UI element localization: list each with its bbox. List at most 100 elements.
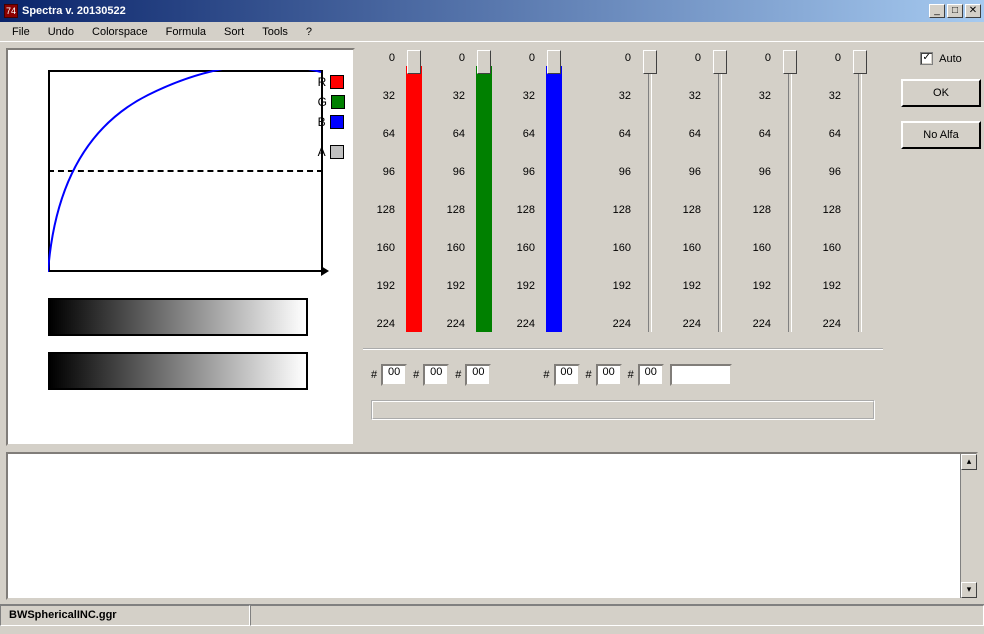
tick-label: 128 xyxy=(447,204,465,216)
hex-group: #00 xyxy=(586,364,622,386)
slider-track[interactable] xyxy=(847,48,873,338)
slider-thumb[interactable] xyxy=(547,50,561,74)
slider-track[interactable] xyxy=(707,48,733,338)
tick-label: 96 xyxy=(383,166,395,178)
color-preview xyxy=(670,364,732,386)
slider-thumb[interactable] xyxy=(783,50,797,74)
hex-input[interactable]: 00 xyxy=(465,364,491,386)
hex-input[interactable]: 00 xyxy=(596,364,622,386)
hex-input[interactable]: 00 xyxy=(638,364,664,386)
tick-label: 0 xyxy=(835,52,841,64)
tick-label: 128 xyxy=(683,204,701,216)
menu-help[interactable]: ? xyxy=(298,24,320,40)
auto-label: Auto xyxy=(939,53,962,65)
auto-checkbox-row[interactable]: ✓ Auto xyxy=(920,52,962,65)
tick-label: 0 xyxy=(695,52,701,64)
hex-group: #00 xyxy=(413,364,449,386)
slider-thumb[interactable] xyxy=(477,50,491,74)
tick-label: 224 xyxy=(377,318,395,330)
output-pane[interactable]: ▴ ▾ xyxy=(6,452,978,600)
gradient-preview-bottom xyxy=(48,352,308,390)
slider-column: 0326496128160192224 xyxy=(367,48,437,338)
menu-tools[interactable]: Tools xyxy=(254,24,296,40)
hash-label: # xyxy=(586,369,592,381)
menu-formula[interactable]: Formula xyxy=(158,24,214,40)
tick-label: 160 xyxy=(517,242,535,254)
slider-track[interactable] xyxy=(777,48,803,338)
hex-input[interactable]: 00 xyxy=(381,364,407,386)
slider-track[interactable] xyxy=(637,48,663,338)
noalfa-button[interactable]: No Alfa xyxy=(901,121,981,149)
ok-button[interactable]: OK xyxy=(901,79,981,107)
slider-column: 0326496128160192224 xyxy=(507,48,577,338)
tick-label: 192 xyxy=(377,280,395,292)
tick-label: 0 xyxy=(459,52,465,64)
slider-thumb[interactable] xyxy=(643,50,657,74)
hash-label: # xyxy=(543,369,549,381)
auto-checkbox[interactable]: ✓ xyxy=(920,52,933,65)
slider-track[interactable] xyxy=(541,48,567,338)
slider-track[interactable] xyxy=(401,48,427,338)
slider-fill xyxy=(476,66,492,332)
tick-label: 0 xyxy=(389,52,395,64)
tick-label: 192 xyxy=(683,280,701,292)
slider-column: 0326496128160192224 xyxy=(743,48,813,338)
tick-label: 160 xyxy=(613,242,631,254)
legend-r[interactable]: R xyxy=(318,75,345,89)
hash-label: # xyxy=(371,369,377,381)
tick-label: 128 xyxy=(377,204,395,216)
tick-label: 192 xyxy=(613,280,631,292)
menu-colorspace[interactable]: Colorspace xyxy=(84,24,156,40)
slider-thumb[interactable] xyxy=(407,50,421,74)
vertical-scrollbar[interactable]: ▴ ▾ xyxy=(960,454,976,598)
tick-label: 32 xyxy=(689,90,701,102)
slider-thumb[interactable] xyxy=(713,50,727,74)
curve-panel: R G B A xyxy=(6,48,355,446)
menu-file[interactable]: File xyxy=(4,24,38,40)
legend-a[interactable]: A xyxy=(318,145,345,159)
tick-label: 0 xyxy=(529,52,535,64)
curve-plot[interactable] xyxy=(48,70,323,282)
scroll-up-icon[interactable]: ▴ xyxy=(961,454,977,470)
tick-label: 160 xyxy=(823,242,841,254)
tick-label: 32 xyxy=(759,90,771,102)
slider-fill xyxy=(546,66,562,332)
slider-ticks: 0326496128160192224 xyxy=(673,48,705,338)
slider-ticks: 0326496128160192224 xyxy=(437,48,469,338)
slider-ticks: 0326496128160192224 xyxy=(603,48,635,338)
tick-label: 96 xyxy=(619,166,631,178)
menu-undo[interactable]: Undo xyxy=(40,24,82,40)
hash-label: # xyxy=(413,369,419,381)
tick-label: 96 xyxy=(759,166,771,178)
legend-b[interactable]: B xyxy=(318,115,345,129)
tick-label: 0 xyxy=(625,52,631,64)
slider-track[interactable] xyxy=(471,48,497,338)
tick-label: 160 xyxy=(447,242,465,254)
slider-column: 0326496128160192224 xyxy=(673,48,743,338)
swatch-red xyxy=(330,75,344,89)
tick-label: 64 xyxy=(689,128,701,140)
tick-label: 64 xyxy=(383,128,395,140)
minimize-button[interactable]: _ xyxy=(929,4,945,18)
tick-label: 128 xyxy=(517,204,535,216)
maximize-button[interactable]: □ xyxy=(947,4,963,18)
status-filename: BWSphericalINC.ggr xyxy=(0,605,250,626)
hex-input[interactable]: 00 xyxy=(554,364,580,386)
slider-ticks: 0326496128160192224 xyxy=(507,48,539,338)
swatch-green xyxy=(331,95,345,109)
close-button[interactable]: ✕ xyxy=(965,4,981,18)
tick-label: 192 xyxy=(823,280,841,292)
hex-input[interactable]: 00 xyxy=(423,364,449,386)
legend-g[interactable]: G xyxy=(318,95,345,109)
curve-line xyxy=(48,70,323,272)
hex-group: #00 xyxy=(628,364,664,386)
tick-label: 192 xyxy=(517,280,535,292)
scroll-down-icon[interactable]: ▾ xyxy=(961,582,977,598)
slider-thumb[interactable] xyxy=(853,50,867,74)
tick-label: 128 xyxy=(753,204,771,216)
hex-area: #00#00#00#00#00#00 xyxy=(363,348,883,394)
menu-sort[interactable]: Sort xyxy=(216,24,252,40)
slider-column: 0326496128160192224 xyxy=(813,48,883,338)
tick-label: 96 xyxy=(689,166,701,178)
tick-label: 160 xyxy=(753,242,771,254)
